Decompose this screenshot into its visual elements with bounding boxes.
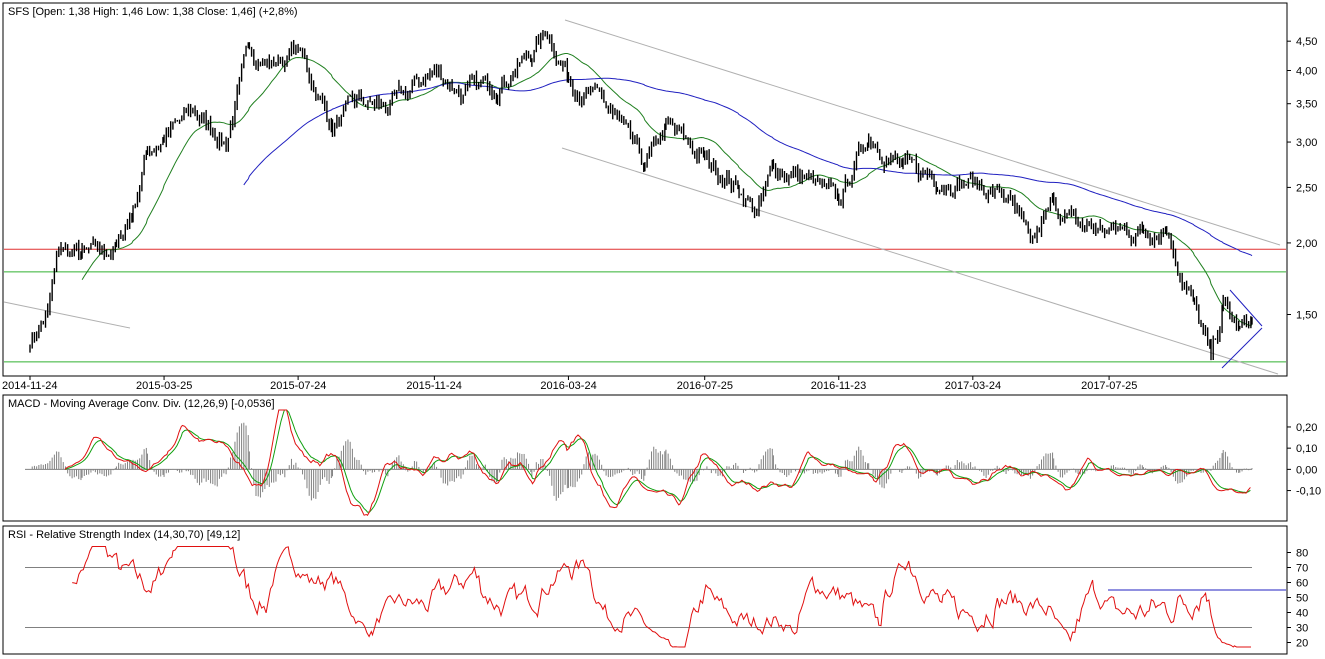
- x-tick-label: 2015-07-24: [270, 380, 326, 392]
- x-axis: 2014-11-24 2015-03-25 2015-07-24 2015-11…: [2, 380, 1137, 392]
- rsi-y-tick-label: 70: [1296, 563, 1308, 575]
- price-y-tick-label: 3,50: [1296, 99, 1317, 111]
- x-tick-label: 2015-11-24: [406, 380, 461, 392]
- rsi-y-tick-label: 20: [1296, 638, 1308, 650]
- price-y-axis: 4,50 4,00 3,50 3,00 2,50 2,00 1,50: [1296, 36, 1317, 321]
- macd-y-tick-label: 0,00: [1296, 464, 1317, 476]
- macd-y-tick-label: 0,20: [1296, 422, 1317, 434]
- price-y-tick-label: 1,50: [1296, 309, 1317, 321]
- rsi-y-tick-label: 80: [1296, 548, 1308, 560]
- macd-panel: MACD - Moving Average Conv. Div. (12,26,…: [2, 394, 1321, 522]
- chart-canvas: SFS [Open: 1,38 High: 1,46 Low: 1,38 Clo…: [2, 2, 1321, 655]
- x-tick-label: 2016-07-25: [677, 380, 733, 392]
- rsi-y-tick-label: 30: [1296, 623, 1308, 635]
- rsi-panel-title: RSI - Relative Strength Index (14,30,70)…: [8, 529, 240, 541]
- rsi-y-axis: 80 70 60 50 40 30 20: [1296, 548, 1308, 650]
- price-panel-title: SFS [Open: 1,38 High: 1,46 Low: 1,38 Clo…: [8, 6, 298, 18]
- x-tick-label: 2016-03-24: [540, 380, 596, 392]
- x-tick-label: 2014-11-24: [2, 380, 57, 392]
- macd-y-tick-label: 0,10: [1296, 443, 1317, 455]
- x-tick-label: 2016-11-23: [811, 380, 866, 392]
- rsi-y-tick-label: 60: [1296, 578, 1308, 590]
- rsi-panel-frame: [2, 525, 1288, 655]
- rsi-panel: RSI - Relative Strength Index (14,30,70)…: [2, 525, 1308, 655]
- price-y-tick-label: 4,50: [1296, 36, 1317, 48]
- rsi-y-tick-label: 50: [1296, 593, 1308, 605]
- price-panel-frame: [2, 2, 1288, 377]
- macd-panel-frame: [2, 394, 1288, 522]
- x-tick-label: 2017-03-24: [945, 380, 1001, 392]
- rsi-y-tick-label: 40: [1296, 608, 1308, 620]
- price-y-tick-label: 2,00: [1296, 238, 1317, 250]
- price-y-tick-label: 3,00: [1296, 137, 1317, 149]
- price-y-tick-label: 4,00: [1296, 65, 1317, 77]
- x-tick-label: 2015-03-25: [136, 380, 192, 392]
- x-tick-label: 2017-07-25: [1081, 380, 1137, 392]
- macd-y-axis: 0,20 0,10 0,00 -0,10: [1296, 422, 1321, 498]
- macd-y-tick-label: -0,10: [1296, 486, 1321, 498]
- price-panel: SFS [Open: 1,38 High: 1,46 Low: 1,38 Clo…: [2, 2, 1317, 392]
- price-y-tick-label: 2,50: [1296, 182, 1317, 194]
- macd-panel-title: MACD - Moving Average Conv. Div. (12,26,…: [8, 398, 275, 410]
